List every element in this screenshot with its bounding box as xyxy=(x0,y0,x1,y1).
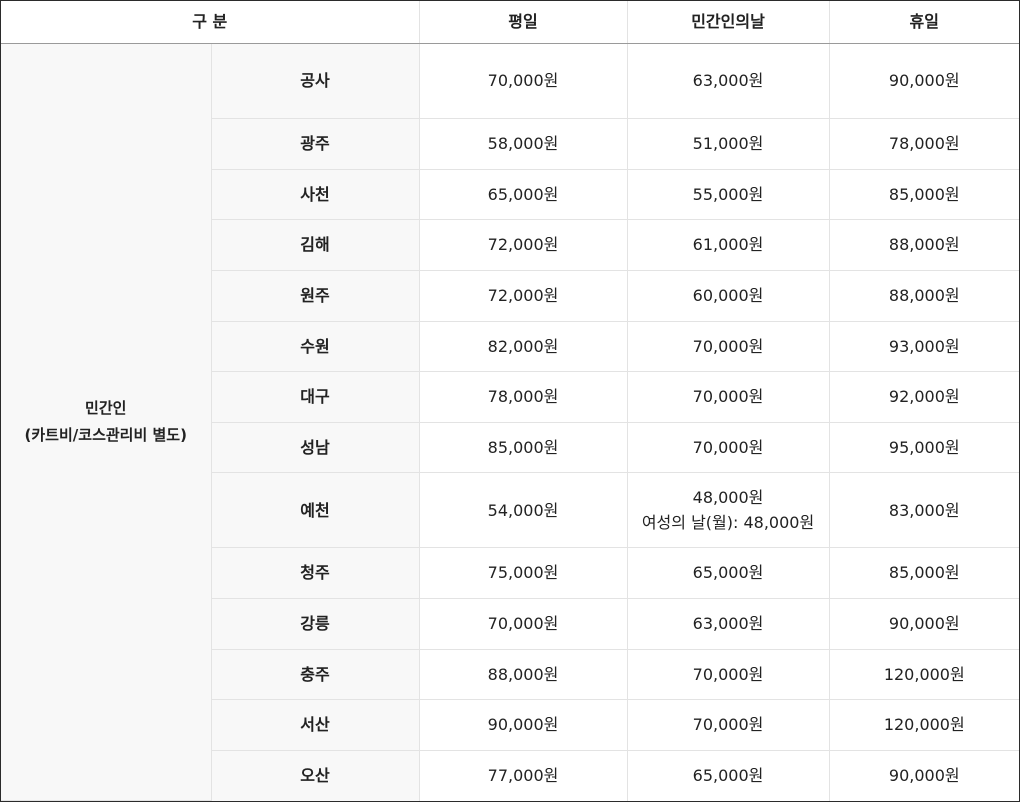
civilian-day-price: 48,000원 xyxy=(692,487,764,507)
region-cell: 충주 xyxy=(211,648,420,701)
header-holiday: 휴일 xyxy=(828,1,1020,44)
holiday-price: 83,000원 xyxy=(828,472,1020,549)
region-cell: 공사 xyxy=(210,42,420,120)
weekday-price: 77,000원 xyxy=(418,749,628,801)
civilian-day-price: 65,000원 xyxy=(626,749,830,801)
region-cell: 김해 xyxy=(211,219,420,271)
civilian-day-price: 65,000원 xyxy=(626,547,830,600)
group-label: 민간인 xyxy=(85,399,127,417)
civilian-day-price: 55,000원 xyxy=(626,168,830,221)
region-cell: 대구 xyxy=(211,371,420,423)
price-table-frame: 구 분 평일 민간인의날 휴일 민간인 (카트비/코스관리비 별도) 공사 70… xyxy=(0,0,1020,802)
weekday-price: 85,000원 xyxy=(418,421,628,474)
holiday-price: 78,000원 xyxy=(828,118,1020,170)
holiday-price: 93,000원 xyxy=(828,320,1020,373)
region-cell: 성남 xyxy=(211,421,420,474)
holiday-price: 85,000원 xyxy=(828,547,1020,600)
weekday-price: 72,000원 xyxy=(418,219,628,271)
civilian-day-price: 70,000원 xyxy=(626,699,830,751)
holiday-price: 88,000원 xyxy=(828,269,1020,322)
holiday-price: 92,000원 xyxy=(828,371,1020,423)
holiday-price: 85,000원 xyxy=(828,168,1020,221)
civilian-day-price: 63,000원 xyxy=(626,598,830,650)
weekday-price: 75,000원 xyxy=(418,547,628,600)
weekday-price: 82,000원 xyxy=(418,320,628,373)
civilian-day-price-with-note: 48,000원 여성의 날(월): 48,000원 xyxy=(626,472,830,549)
region-cell: 예천 xyxy=(211,472,420,549)
womens-day-note: 여성의 날(월): 48,000원 xyxy=(641,513,815,533)
weekday-price: 70,000원 xyxy=(418,598,628,650)
region-cell: 수원 xyxy=(211,320,420,373)
region-cell: 청주 xyxy=(211,547,420,600)
weekday-price: 70,000원 xyxy=(418,42,628,120)
table-header-row: 구 분 평일 민간인의날 휴일 xyxy=(1,1,1020,44)
weekday-price: 90,000원 xyxy=(418,699,628,751)
weekday-price: 78,000원 xyxy=(418,371,628,423)
holiday-price: 120,000원 xyxy=(828,699,1020,751)
weekday-price: 54,000원 xyxy=(418,472,628,549)
civilian-day-price: 61,000원 xyxy=(626,219,830,271)
group-sub-label: (카트비/코스관리비 별도) xyxy=(24,426,187,444)
holiday-price: 90,000원 xyxy=(828,749,1020,801)
holiday-price: 90,000원 xyxy=(828,42,1020,120)
weekday-price: 72,000원 xyxy=(418,269,628,322)
weekday-price: 88,000원 xyxy=(418,648,628,701)
holiday-price: 120,000원 xyxy=(828,648,1020,701)
header-civilian-day: 민간인의날 xyxy=(626,1,830,44)
civilian-day-price: 70,000원 xyxy=(626,648,830,701)
region-cell: 서산 xyxy=(211,699,420,751)
holiday-price: 95,000원 xyxy=(828,421,1020,474)
region-cell: 사천 xyxy=(211,168,420,221)
header-weekday: 평일 xyxy=(418,1,628,44)
holiday-price: 90,000원 xyxy=(828,598,1020,650)
civilian-day-price: 60,000원 xyxy=(626,269,830,322)
table-row: 민간인 (카트비/코스관리비 별도) 공사 70,000원 63,000원 90… xyxy=(1,42,1020,801)
weekday-price: 65,000원 xyxy=(418,168,628,221)
green-fee-table: 구 분 평일 민간인의날 휴일 민간인 (카트비/코스관리비 별도) 공사 70… xyxy=(1,1,1020,801)
civilian-day-price: 63,000원 xyxy=(626,42,830,120)
weekday-price: 58,000원 xyxy=(418,118,628,170)
civilian-day-price: 70,000원 xyxy=(626,320,830,373)
civilian-day-price: 70,000원 xyxy=(626,421,830,474)
region-cell: 원주 xyxy=(211,269,420,322)
header-category: 구 분 xyxy=(1,1,420,44)
region-cell: 강릉 xyxy=(211,598,420,650)
region-cell: 광주 xyxy=(211,118,420,170)
civilian-day-price: 70,000원 xyxy=(626,371,830,423)
holiday-price: 88,000원 xyxy=(828,219,1020,271)
civilian-day-price: 51,000원 xyxy=(626,118,830,170)
group-cell-civilian: 민간인 (카트비/코스관리비 별도) xyxy=(1,43,212,801)
region-cell: 오산 xyxy=(211,749,420,801)
